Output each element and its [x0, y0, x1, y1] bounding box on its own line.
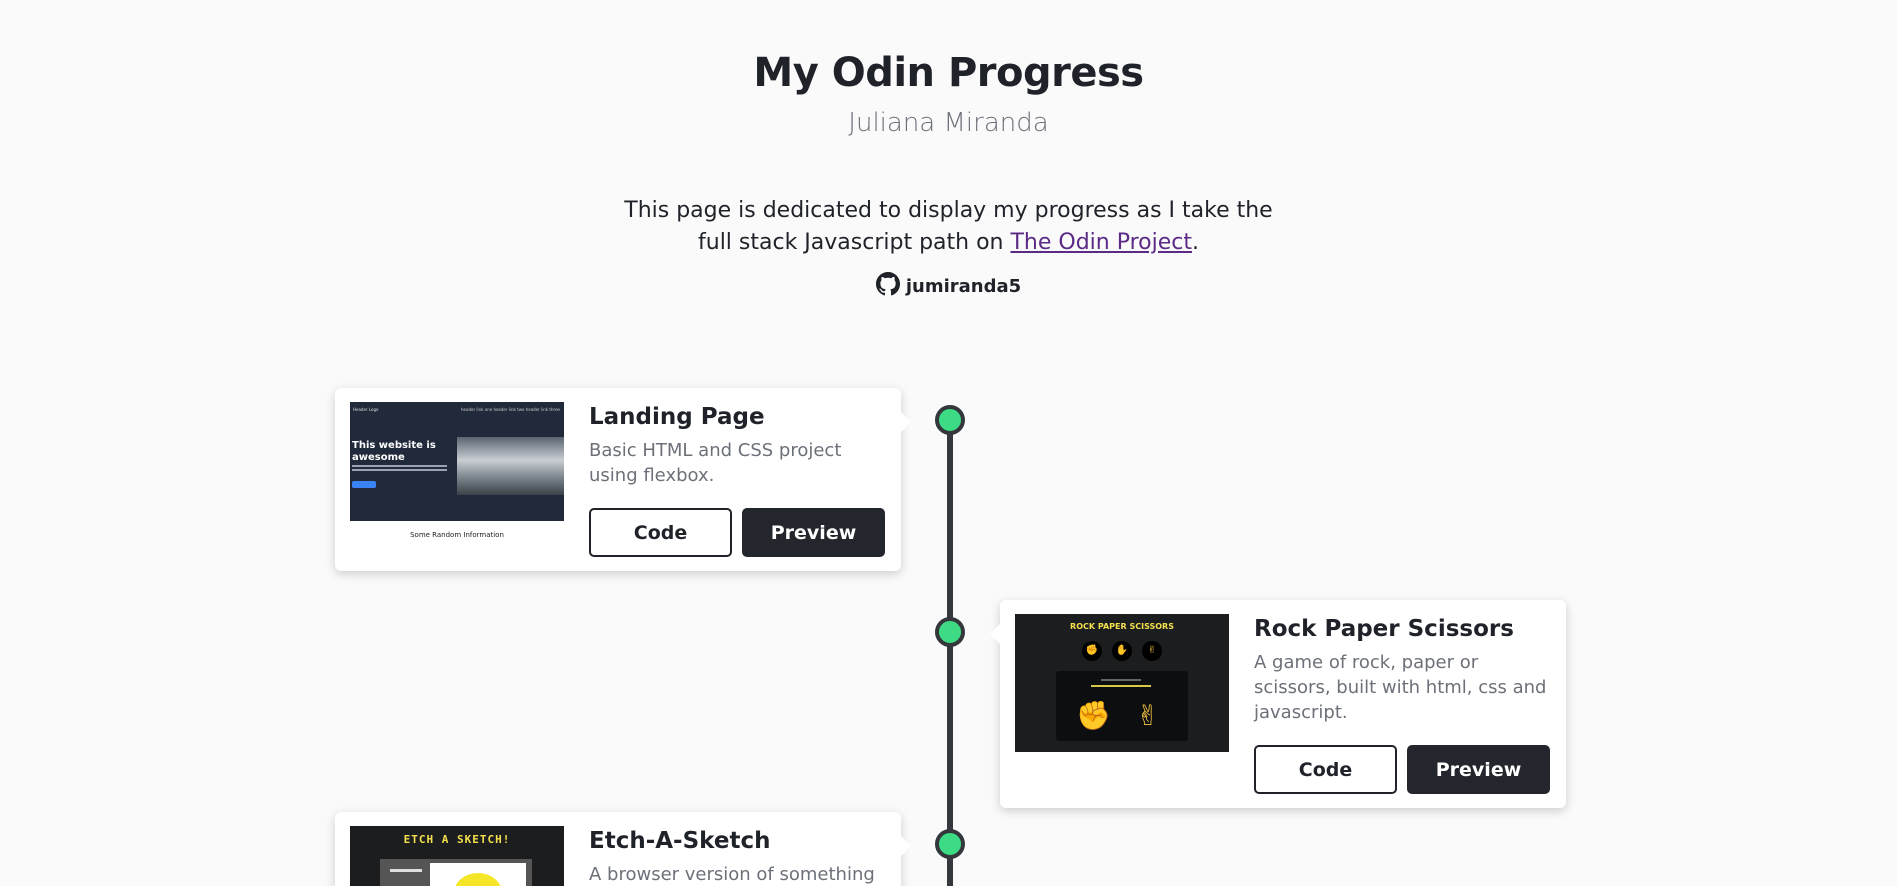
- project-card-rock-paper-scissors: ROCK PAPER SCISSORS ✊ ✋ ✌ ✊ ✌ Rock Paper…: [990, 600, 1566, 808]
- timeline-dot: [935, 617, 965, 647]
- thumb-title: ROCK PAPER SCISSORS: [1070, 622, 1174, 631]
- project-card-etch-a-sketch: ETCH A SKETCH! Etch-A-Sketch A browser v…: [335, 812, 911, 886]
- project-title: Landing Page: [589, 404, 765, 430]
- hand-icon: ✋: [1112, 641, 1132, 661]
- thumb-hero-image: [457, 437, 564, 495]
- victory-hand-icon: ✌: [1142, 641, 1162, 661]
- thumb-caption: Some Random Information: [410, 531, 504, 539]
- project-title: Etch-A-Sketch: [589, 828, 771, 854]
- thumb-sketch-panel: [380, 859, 532, 886]
- project-thumbnail[interactable]: Header Logo header link one header link …: [350, 402, 564, 557]
- project-card-landing-page: Header Logo header link one header link …: [335, 388, 911, 571]
- github-link[interactable]: jumiranda5: [0, 272, 1897, 300]
- thumb-heading: This website is awesome: [352, 440, 436, 463]
- code-button[interactable]: Code: [1254, 745, 1397, 794]
- thumb-button: [352, 481, 376, 488]
- preview-button[interactable]: Preview: [742, 508, 885, 557]
- project-description: A browser version of something: [589, 864, 875, 885]
- thumb-score-line: [1101, 679, 1141, 681]
- timeline-dot: [935, 405, 965, 435]
- thumb-text-lines: [352, 465, 447, 471]
- author-name: Juliana Miranda: [848, 108, 1049, 138]
- intro-suffix: .: [1192, 230, 1199, 255]
- github-icon: [875, 272, 900, 300]
- fist-icon: ✊: [1082, 641, 1102, 661]
- thumb-result-panel: ✊ ✌: [1056, 671, 1188, 741]
- project-thumbnail[interactable]: ETCH A SKETCH!: [350, 826, 564, 886]
- odin-project-link[interactable]: The Odin Project: [1010, 230, 1192, 255]
- timeline-line: [947, 421, 953, 886]
- thumb-drawing: [454, 873, 502, 886]
- project-thumbnail[interactable]: ROCK PAPER SCISSORS ✊ ✋ ✌ ✊ ✌: [1015, 614, 1229, 794]
- thumb-canvas: [430, 863, 526, 886]
- project-description: A game of rock, paper or scissors, built…: [1254, 652, 1547, 723]
- thumb-nav: header link one header link two header l…: [461, 407, 560, 412]
- intro-text: This page is dedicated to display my pro…: [620, 195, 1277, 259]
- timeline-dot: [935, 829, 965, 859]
- thumb-control-bar: [390, 869, 422, 872]
- victory-hand-icon: ✌: [1136, 699, 1160, 732]
- code-button[interactable]: Code: [589, 508, 732, 557]
- card-body: Rock Paper Scissors A game of rock, pape…: [1254, 614, 1551, 794]
- page-title: My Odin Progress: [753, 50, 1144, 96]
- project-title: Rock Paper Scissors: [1254, 616, 1514, 642]
- preview-button[interactable]: Preview: [1407, 745, 1550, 794]
- thumb-message-line: [1091, 685, 1151, 687]
- thumb-logo: Header Logo: [353, 407, 379, 412]
- card-body: Etch-A-Sketch A browser version of somet…: [589, 826, 886, 886]
- github-handle: jumiranda5: [905, 275, 1022, 297]
- card-actions: Code Preview: [589, 508, 886, 557]
- card-body: Landing Page Basic HTML and CSS project …: [589, 402, 886, 557]
- card-actions: Code Preview: [1254, 745, 1551, 794]
- project-description: Basic HTML and CSS project using flexbox…: [589, 440, 842, 486]
- thumb-title: ETCH A SKETCH!: [403, 833, 511, 846]
- fist-icon: ✊: [1076, 699, 1111, 732]
